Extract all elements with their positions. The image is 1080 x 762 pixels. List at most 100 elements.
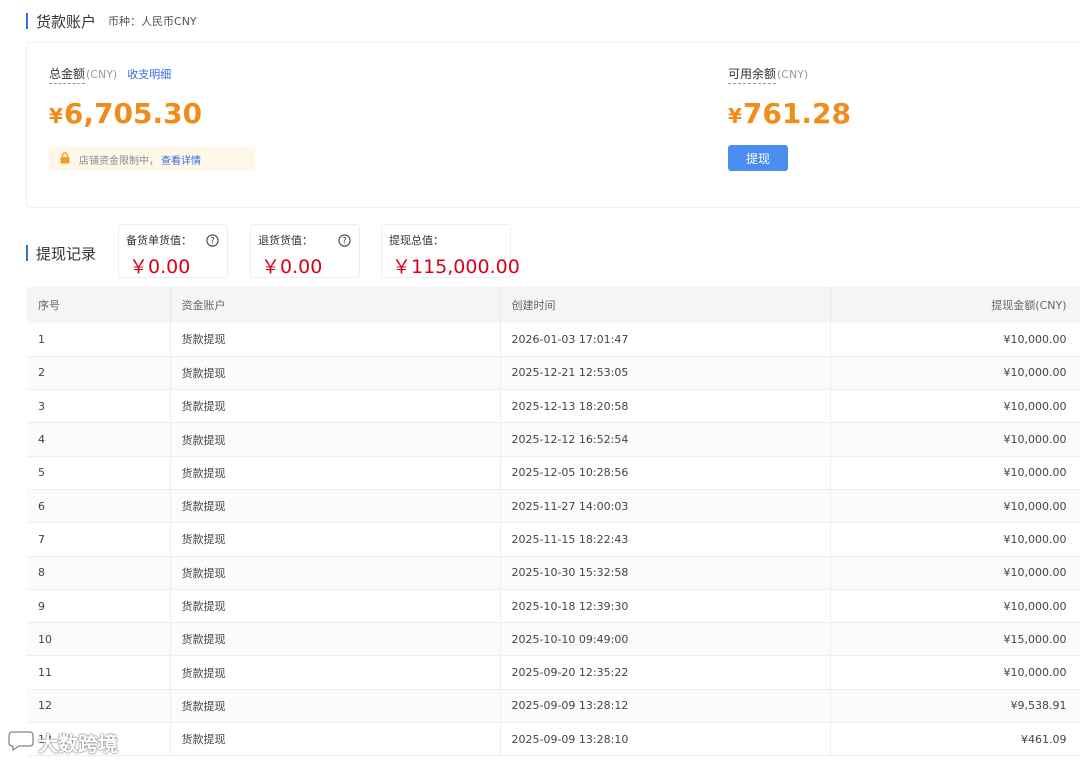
table-row: 3 货款提现 2025-12-13 18:20:58 ¥10,000.00 (27, 389, 1080, 424)
cell-created-time: 2025-09-20 12:35:22 (500, 655, 831, 690)
stat-box-stock-order-value: 备货单货值： ? ￥0.00 (118, 224, 228, 278)
cell-index: 8 (27, 556, 171, 590)
svg-text:?: ? (342, 237, 347, 247)
available-balance-value: 761.28 (742, 97, 851, 130)
available-balance-unit: (CNY) (777, 68, 809, 81)
cell-account: 货款提现 (170, 722, 501, 757)
table-row: 9 货款提现 2025-10-18 12:39:30 ¥10,000.00 (27, 589, 1080, 624)
account-title: 货款账户 (36, 12, 97, 31)
column-header-index[interactable]: 序号 (27, 287, 171, 323)
total-amount-unit: (CNY) (86, 68, 118, 81)
cell-index: 3 (27, 389, 171, 424)
total-amount-label-row: 总金额 (CNY) 收支明细 (49, 65, 171, 84)
records-title: 提现记录 (36, 244, 97, 263)
cell-account: 货款提现 (170, 422, 501, 457)
cell-account: 货款提现 (170, 356, 501, 391)
table-row: 8 货款提现 2025-10-30 15:32:58 ¥10,000.00 (27, 556, 1080, 590)
table-body: 1 货款提现 2026-01-03 17:01:47 ¥10,000.00 2 货款提现 2… (27, 323, 1080, 757)
total-amount-value: 6,705.30 (63, 97, 203, 130)
cell-created-time: 2025-10-18 12:39:30 (500, 589, 831, 624)
section-marker (26, 245, 28, 261)
cell-amount: ¥10,000.00 (830, 589, 1080, 624)
withdraw-button[interactable]: 提现 (728, 145, 788, 171)
table-row: 2 货款提现 2025-12-21 12:53:05 ¥10,000.00 (27, 356, 1080, 391)
available-balance: ¥ 761.28 (728, 97, 851, 130)
cell-amount: ¥10,000.00 (830, 655, 1080, 690)
table-row: 5 货款提现 2025-12-05 10:28:56 ¥10,000.00 (27, 456, 1080, 490)
stat-box-return-value: 退货货值： ? ￥0.00 (250, 224, 360, 278)
cell-index: 2 (27, 356, 171, 391)
cell-account: 货款提现 (170, 489, 501, 524)
cell-amount: ¥10,000.00 (830, 489, 1080, 524)
cell-amount: ¥10,000.00 (830, 522, 1080, 557)
cell-account: 货款提现 (170, 522, 501, 557)
cell-account: 货款提现 (170, 556, 501, 590)
cell-account: 货款提现 (170, 323, 501, 357)
available-balance-label-row: 可用余额 (CNY) (728, 65, 808, 84)
available-currency-symbol: ¥ (728, 104, 742, 128)
stat-box-withdrawal-total: 提现总值： ￥115,000.00 (381, 224, 520, 278)
cell-created-time: 2025-11-27 14:00:03 (500, 489, 831, 524)
total-amount-label: 总金额 (49, 65, 86, 84)
svg-text:?: ? (210, 237, 215, 247)
table-row: 1 货款提现 2026-01-03 17:01:47 ¥10,000.00 (27, 323, 1080, 357)
cell-index: 4 (27, 422, 171, 457)
stat-label: 退货货值： (258, 234, 313, 247)
table-row: 6 货款提现 2025-11-27 14:00:03 ¥10,000.00 (27, 489, 1080, 524)
total-currency-symbol: ¥ (49, 104, 63, 128)
cell-index: 5 (27, 456, 171, 490)
section-marker (26, 13, 28, 29)
column-header-account[interactable]: 资金账户 (170, 287, 501, 323)
available-balance-label: 可用余额 (728, 65, 777, 84)
account-header: 货款账户 币种：人民币CNY (26, 10, 197, 32)
cell-amount: ¥10,000.00 (830, 389, 1080, 424)
table-row: 12 货款提现 2025-09-09 13:28:12 ¥9,538.91 (27, 689, 1080, 724)
cell-account: 货款提现 (170, 655, 501, 690)
total-amount: ¥ 6,705.30 (49, 97, 202, 130)
column-header-amount[interactable]: 提现金额(CNY) (830, 287, 1080, 323)
cell-index: 7 (27, 522, 171, 557)
watermark-logo: 大数跨境 (8, 728, 118, 757)
cell-created-time: 2025-10-30 15:32:58 (500, 556, 831, 590)
table-row: 4 货款提现 2025-12-12 16:52:54 ¥10,000.00 (27, 422, 1080, 457)
view-details-link[interactable]: 查看详情 (161, 152, 201, 167)
cell-amount: ¥10,000.00 (830, 323, 1080, 357)
cell-index: 1 (27, 323, 171, 357)
cell-account: 货款提现 (170, 389, 501, 424)
table-row: 10 货款提现 2025-10-10 09:49:00 ¥15,000.00 (27, 622, 1080, 657)
cell-amount: ¥461.09 (830, 722, 1080, 757)
account-summary-card: 总金额 (CNY) 收支明细 ¥ 6,705.30 店铺资金限制中， 查看详情 … (26, 42, 1080, 208)
cell-index: 12 (27, 689, 171, 724)
column-header-created-time[interactable]: 创建时间 (500, 287, 831, 323)
cell-amount: ¥10,000.00 (830, 356, 1080, 391)
cell-created-time: 2025-12-21 12:53:05 (500, 356, 831, 391)
records-header: 提现记录 (26, 243, 96, 263)
cell-created-time: 2026-01-03 17:01:47 (500, 323, 831, 357)
cell-index: 6 (27, 489, 171, 524)
table-row: 11 货款提现 2025-09-20 12:35:22 ¥10,000.00 (27, 655, 1080, 690)
cell-account: 货款提现 (170, 689, 501, 724)
cell-created-time: 2025-12-05 10:28:56 (500, 456, 831, 490)
stat-label: 提现总值： (389, 234, 444, 247)
table-header-row: 序号 资金账户 创建时间 提现金额(CNY) (27, 287, 1080, 323)
cell-created-time: 2025-11-15 18:22:43 (500, 522, 831, 557)
transaction-details-link[interactable]: 收支明细 (127, 66, 171, 82)
help-icon[interactable]: ? (206, 232, 219, 251)
fund-restriction-notice: 店铺资金限制中， 查看详情 (49, 147, 255, 171)
cell-index: 11 (27, 655, 171, 690)
cell-created-time: 2025-09-09 13:28:10 (500, 722, 831, 757)
cell-created-time: 2025-12-13 18:20:58 (500, 389, 831, 424)
cell-amount: ¥10,000.00 (830, 456, 1080, 490)
cell-account: 货款提现 (170, 456, 501, 490)
stat-value: ￥115,000.00 (392, 256, 520, 278)
cell-amount: ¥10,000.00 (830, 556, 1080, 590)
lock-icon (59, 151, 71, 167)
cell-created-time: 2025-12-12 16:52:54 (500, 422, 831, 457)
help-icon[interactable]: ? (338, 232, 351, 251)
cell-amount: ¥15,000.00 (830, 622, 1080, 657)
stat-value: ￥0.00 (261, 256, 323, 278)
table-row: 13 货款提现 2025-09-09 13:28:10 ¥461.09 (27, 722, 1080, 757)
withdrawal-page: 货款账户 币种：人民币CNY 总金额 (CNY) 收支明细 ¥ 6,705.30… (0, 0, 1080, 762)
cell-index: 9 (27, 589, 171, 624)
currency-label: 币种：人民币CNY (108, 15, 197, 28)
